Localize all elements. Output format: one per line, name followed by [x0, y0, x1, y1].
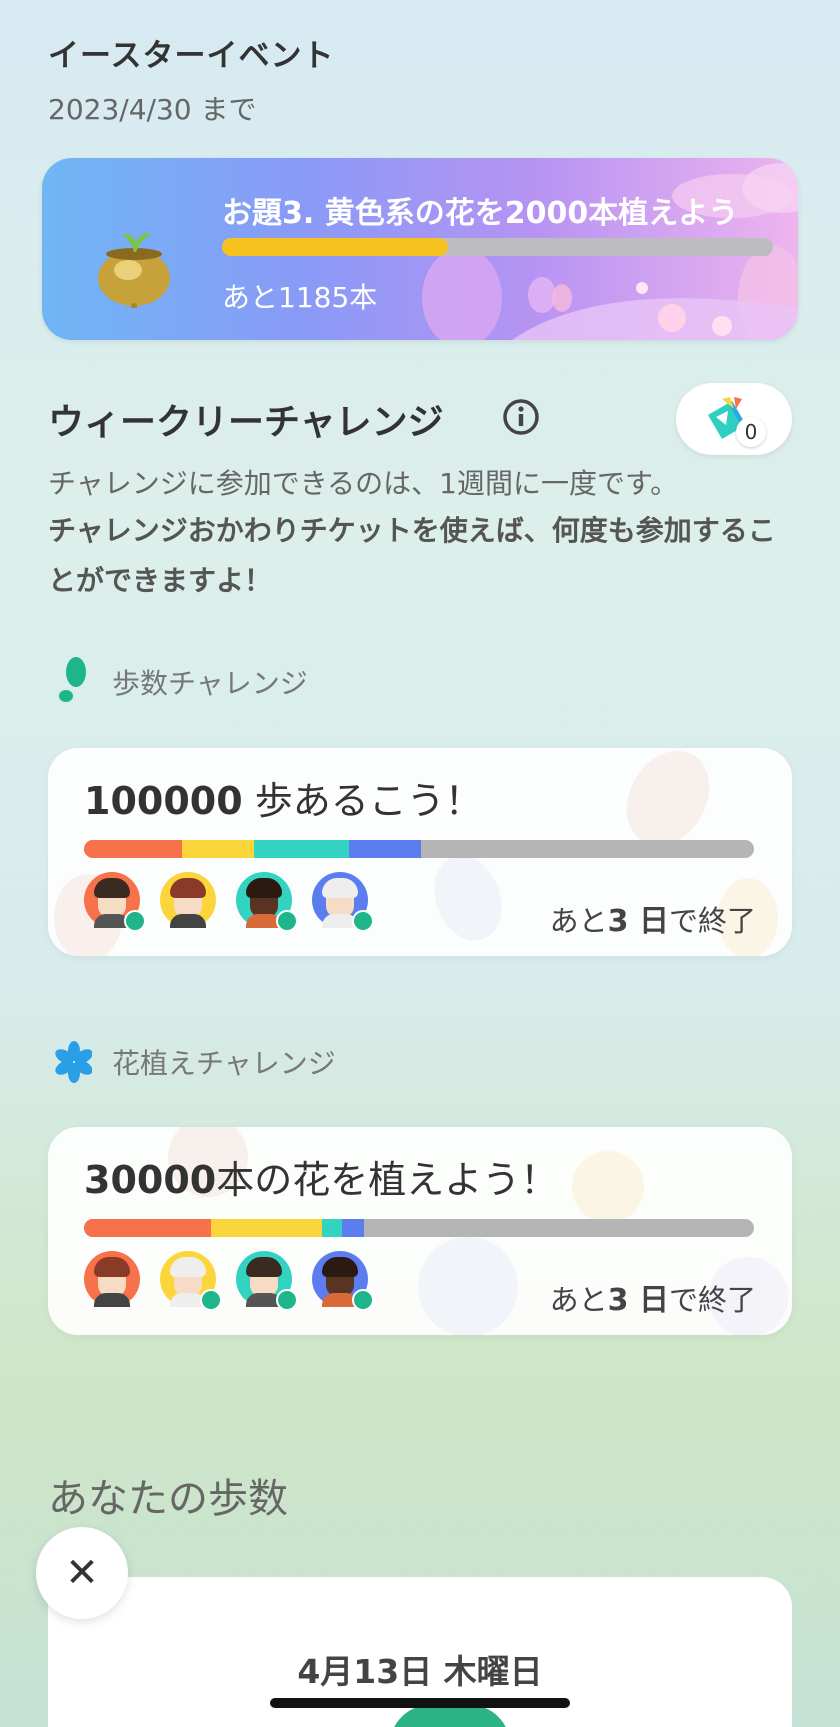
footprint-icon	[59, 657, 86, 702]
participant-avatar[interactable]	[160, 1251, 222, 1311]
steps-end-days: 3 日	[607, 904, 669, 939]
steps-challenge-label: 歩数チャレンジ	[112, 667, 308, 700]
weekly-challenge-title: ウィークリーチャレンジ	[48, 402, 444, 443]
flower-days-remaining: あと3 日で終了	[550, 1275, 756, 1319]
participant-avatar[interactable]	[312, 872, 374, 932]
steps-date: 4月13日 木曜日	[297, 1652, 543, 1691]
event-task-text: お題3. 黄色系の花を2000本植えよう	[222, 196, 739, 231]
smile-badge-icon	[352, 910, 374, 932]
flower-goal-text: 本の花を植えよう！	[216, 1158, 559, 1202]
event-banner[interactable]: お題3. 黄色系の花を2000本植えよう あと1185本	[42, 158, 798, 340]
smile-badge-icon	[124, 910, 146, 932]
participant-avatar[interactable]	[84, 872, 146, 932]
flower-challenge-card[interactable]: 30000本の花を植えよう！ あと3 日で終了	[48, 1127, 792, 1335]
steps-days-remaining: あと3 日で終了	[550, 896, 756, 940]
flower-goal-number: 30000	[84, 1158, 217, 1202]
flower-end-prefix: あと	[549, 1283, 608, 1317]
event-progress-fill	[222, 238, 448, 256]
smile-badge-icon	[200, 1289, 222, 1311]
ticket-count-badge: 0	[736, 417, 766, 447]
golden-pot-icon	[98, 233, 170, 308]
weekly-description-bold: チャレンジおかわりチケットを使えば、何度も参加することができますよ！	[48, 514, 776, 597]
progress-segment	[321, 1219, 342, 1237]
home-indicator[interactable]	[270, 1698, 570, 1708]
flower-goal: 30000本の花を植えよう！	[84, 1149, 558, 1204]
participant-avatar[interactable]	[236, 872, 298, 932]
progress-segment	[254, 840, 350, 858]
flower-challenge-label: 花植えチャレンジ	[112, 1047, 336, 1080]
progress-segment	[341, 1219, 365, 1237]
event-remaining-text: あと1185本	[222, 281, 378, 314]
participant-avatar[interactable]	[160, 872, 216, 928]
steps-goal-number: 100000	[84, 779, 243, 823]
your-steps-title: あなたの歩数	[48, 1476, 288, 1522]
progress-segment	[349, 840, 421, 858]
flower-progress-bar	[84, 1219, 754, 1237]
flower-participants	[84, 1251, 404, 1311]
event-progress-bar	[222, 238, 773, 256]
refill-ticket-button[interactable]: 0	[676, 383, 792, 455]
event-title: イースターイベント	[48, 38, 335, 74]
steps-challenge-card[interactable]: 100000 歩あるこう！ あと3 日で終了	[48, 748, 792, 956]
steps-goal: 100000 歩あるこう！	[84, 770, 483, 825]
flower-end-days: 3 日	[607, 1283, 669, 1318]
progress-segment	[84, 840, 183, 858]
smile-badge-icon	[276, 910, 298, 932]
steps-goal-text: 歩あるこう！	[242, 779, 483, 823]
info-icon[interactable]	[502, 398, 540, 436]
participant-avatar[interactable]	[84, 1251, 140, 1307]
steps-participants	[84, 872, 404, 932]
steps-end-prefix: あと	[549, 904, 608, 938]
participant-avatar[interactable]	[236, 1251, 298, 1311]
steps-progress-bar	[84, 840, 754, 858]
progress-segment	[211, 1219, 322, 1237]
flower-end-suffix: で終了	[668, 1283, 756, 1317]
weekly-description: チャレンジに参加できるのは、1週間に一度です。	[48, 467, 679, 500]
steps-end-suffix: で終了	[668, 904, 756, 938]
progress-segment	[182, 840, 255, 858]
flower-icon	[55, 1041, 92, 1083]
event-until-date: 2023/4/30 まで	[48, 93, 257, 126]
close-button[interactable]: ✕	[36, 1527, 128, 1619]
smile-badge-icon	[352, 1289, 374, 1311]
smile-badge-icon	[276, 1289, 298, 1311]
progress-segment	[84, 1219, 212, 1237]
participant-avatar[interactable]	[312, 1251, 374, 1311]
